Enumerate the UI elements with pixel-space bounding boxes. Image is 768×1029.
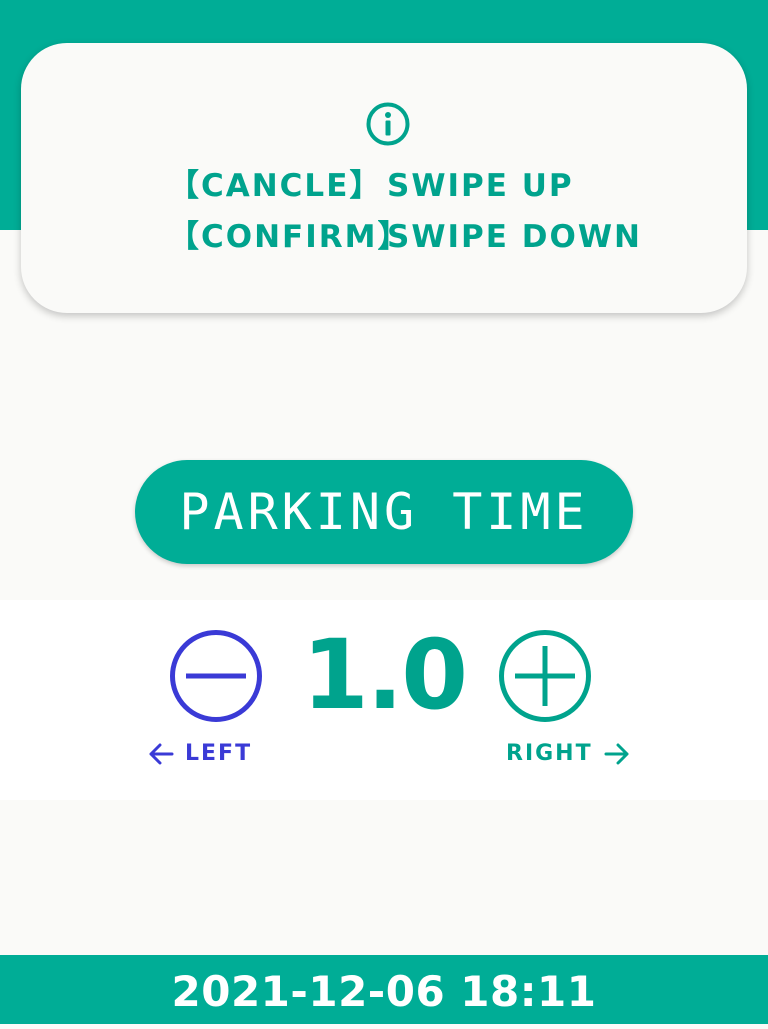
- increase-button[interactable]: [498, 629, 592, 723]
- parking-time-value: 1.0: [301, 619, 468, 731]
- decrease-button[interactable]: [169, 629, 263, 723]
- info-icon: [366, 102, 410, 146]
- datetime-footer: 2021-12-06 18:11: [0, 955, 768, 1024]
- page-title: PARKING TIME: [135, 460, 633, 564]
- left-hint: LEFT: [147, 737, 252, 771]
- plus-circle-icon: [499, 630, 591, 722]
- confirm-key-label: 【CONFIRM】: [168, 219, 411, 255]
- confirm-action-label: SWIPE DOWN: [387, 219, 642, 255]
- arrow-right-icon: [604, 743, 629, 765]
- cancel-instruction: 【CANCLE】 SWIPE UP: [0, 166, 768, 206]
- arrow-left-icon: [149, 743, 174, 765]
- left-hint-label: LEFT: [185, 741, 253, 766]
- minus-circle-icon: [170, 630, 262, 722]
- datetime-label: 2021-12-06 18:11: [171, 967, 597, 1016]
- cancel-action-label: SWIPE UP: [387, 168, 574, 204]
- right-hint-label: RIGHT: [506, 741, 593, 766]
- right-hint: RIGHT: [506, 737, 631, 771]
- confirm-instruction: 【CONFIRM】 SWIPE DOWN: [0, 217, 768, 257]
- cancel-key-label: 【CANCLE】: [168, 168, 383, 204]
